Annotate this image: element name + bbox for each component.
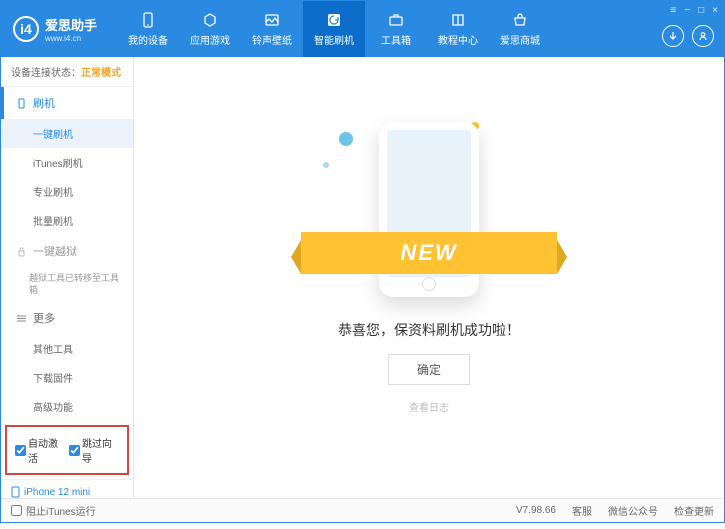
view-log-link[interactable]: 查看日志 [409, 399, 449, 414]
jailbreak-note: 越狱工具已转移至工具箱 [1, 267, 133, 302]
checkbox-skip-guide[interactable]: 跳过向导 [69, 435, 119, 465]
nav-ringtones[interactable]: 铃声壁纸 [241, 1, 303, 57]
sidebar-item-batch[interactable]: 批量刷机 [1, 206, 133, 235]
sidebar-item-advanced[interactable]: 高级功能 [1, 392, 133, 421]
app-name: 爱思助手 [45, 15, 97, 34]
sidebar-section-more[interactable]: 更多 [1, 302, 133, 334]
support-link[interactable]: 客服 [572, 503, 592, 518]
apps-icon [201, 11, 219, 29]
nav-store[interactable]: 爱思商城 [489, 1, 551, 57]
main-content: NEW 恭喜您，保资料刷机成功啦！ 确定 查看日志 [134, 57, 724, 499]
ok-button[interactable]: 确定 [388, 354, 470, 385]
check-update-link[interactable]: 检查更新 [674, 503, 714, 518]
checkbox-block-itunes[interactable]: 阻止iTunes运行 [11, 503, 96, 518]
app-url: www.i4.cn [45, 34, 97, 43]
new-banner: NEW [301, 232, 557, 274]
phone-icon [139, 11, 157, 29]
highlight-checkbox-area: 自动激活 跳过向导 [5, 425, 129, 475]
sidebar: 设备连接状态：正常模式 刷机 一键刷机 iTunes刷机 专业刷机 批量刷机 一… [1, 57, 134, 499]
sidebar-item-other[interactable]: 其他工具 [1, 334, 133, 363]
nav-tutorials[interactable]: 教程中心 [427, 1, 489, 57]
wechat-link[interactable]: 微信公众号 [608, 503, 658, 518]
nav-apps-games[interactable]: 应用游戏 [179, 1, 241, 57]
sidebar-item-itunes[interactable]: iTunes刷机 [1, 148, 133, 177]
nav-toolbox[interactable]: 工具箱 [365, 1, 427, 57]
checkbox-auto-activate[interactable]: 自动激活 [15, 435, 65, 465]
logo-icon: i4 [13, 16, 39, 42]
toolbox-icon [387, 11, 405, 29]
device-name: iPhone 12 mini [11, 486, 123, 498]
refresh-icon [325, 11, 343, 29]
nav-my-device[interactable]: 我的设备 [117, 1, 179, 57]
footer: 阻止iTunes运行 V7.98.66 客服 微信公众号 检查更新 [1, 498, 724, 522]
main-nav: 我的设备 应用游戏 铃声壁纸 智能刷机 工具箱 教程中心 爱思商城 [117, 1, 551, 57]
version-label: V7.98.66 [516, 505, 556, 516]
success-illustration: NEW [319, 112, 539, 302]
user-button[interactable] [692, 25, 714, 47]
book-icon [449, 11, 467, 29]
app-header: i4 爱思助手 www.i4.cn 我的设备 应用游戏 铃声壁纸 智能刷机 工具… [1, 1, 724, 57]
sidebar-item-pro[interactable]: 专业刷机 [1, 177, 133, 206]
success-message: 恭喜您，保资料刷机成功啦！ [338, 320, 520, 340]
nav-smart-flash[interactable]: 智能刷机 [303, 1, 365, 57]
store-icon [511, 11, 529, 29]
sidebar-item-oneclick[interactable]: 一键刷机 [1, 119, 133, 148]
sidebar-item-download-fw[interactable]: 下载固件 [1, 363, 133, 392]
connection-status: 设备连接状态：正常模式 [1, 57, 133, 87]
logo-area: i4 爱思助手 www.i4.cn [1, 15, 109, 43]
sidebar-section-jailbreak[interactable]: 一键越狱 [1, 235, 133, 267]
wallpaper-icon [263, 11, 281, 29]
download-button[interactable] [662, 25, 684, 47]
sidebar-section-flash[interactable]: 刷机 [1, 87, 133, 119]
